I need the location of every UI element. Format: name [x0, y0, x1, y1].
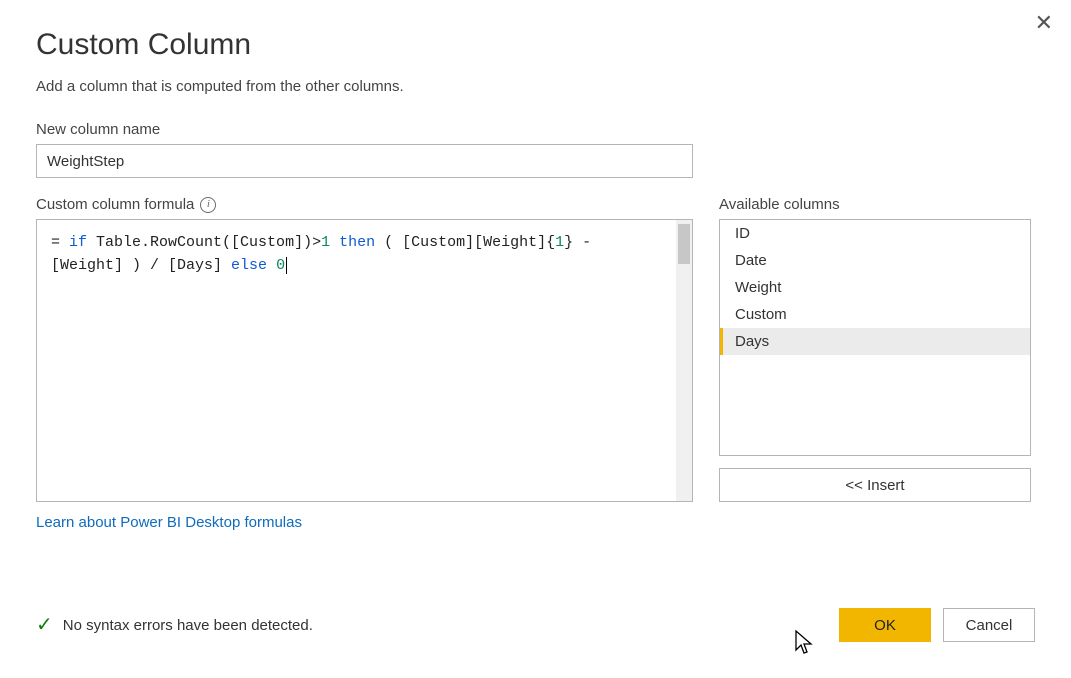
available-column-item[interactable]: ID — [720, 220, 1030, 247]
formula-scrollbar[interactable] — [676, 220, 692, 501]
formula-editor[interactable]: = if Table.RowCount([Custom])>1 then ( [… — [36, 219, 693, 502]
formula-text: Table.RowCount([Custom])> — [87, 234, 321, 251]
formula-text — [267, 257, 276, 274]
ok-button[interactable]: OK — [839, 608, 931, 642]
column-name-label: New column name — [36, 121, 1035, 138]
status-text: No syntax errors have been detected. — [63, 617, 313, 634]
available-column-item[interactable]: Date — [720, 247, 1030, 274]
available-column-item[interactable]: Custom — [720, 301, 1030, 328]
text-caret — [286, 257, 287, 274]
formula-num: 1 — [321, 234, 330, 251]
column-name-input[interactable] — [36, 144, 693, 178]
insert-button[interactable]: << Insert — [719, 468, 1031, 502]
button-group: OK Cancel — [839, 608, 1035, 642]
info-icon[interactable]: i — [200, 197, 216, 213]
dialog-footer: ✓ No syntax errors have been detected. O… — [36, 608, 1035, 642]
cancel-button[interactable]: Cancel — [943, 608, 1035, 642]
available-columns-list[interactable]: IDDateWeightCustomDays — [719, 219, 1031, 456]
dialog-body: Custom Column Add a column that is compu… — [0, 0, 1071, 560]
available-column-item[interactable]: Days — [720, 328, 1030, 355]
available-columns-label: Available columns — [719, 196, 1031, 213]
formula-text: ( [Custom][Weight]{ — [375, 234, 555, 251]
formula-kw-then: then — [339, 234, 375, 251]
learn-link[interactable]: Learn about Power BI Desktop formulas — [36, 514, 302, 531]
formula-kw-if: if — [69, 234, 87, 251]
formula-num: 1 — [555, 234, 564, 251]
formula-num: 0 — [276, 257, 285, 274]
dialog-title: Custom Column — [36, 28, 1035, 62]
formula-eq: = — [51, 234, 69, 251]
available-column-item[interactable]: Weight — [720, 274, 1030, 301]
formula-label-text: Custom column formula — [36, 196, 194, 213]
close-icon[interactable]: ✕ — [1035, 12, 1053, 34]
status-bar: ✓ No syntax errors have been detected. — [36, 615, 313, 635]
scrollbar-thumb[interactable] — [678, 224, 690, 264]
check-icon: ✓ — [36, 615, 53, 635]
formula-text — [330, 234, 339, 251]
formula-content[interactable]: = if Table.RowCount([Custom])>1 then ( [… — [37, 220, 676, 501]
formula-label: Custom column formula i — [36, 196, 693, 213]
dialog-subtitle: Add a column that is computed from the o… — [36, 78, 1035, 95]
formula-kw-else: else — [231, 257, 267, 274]
